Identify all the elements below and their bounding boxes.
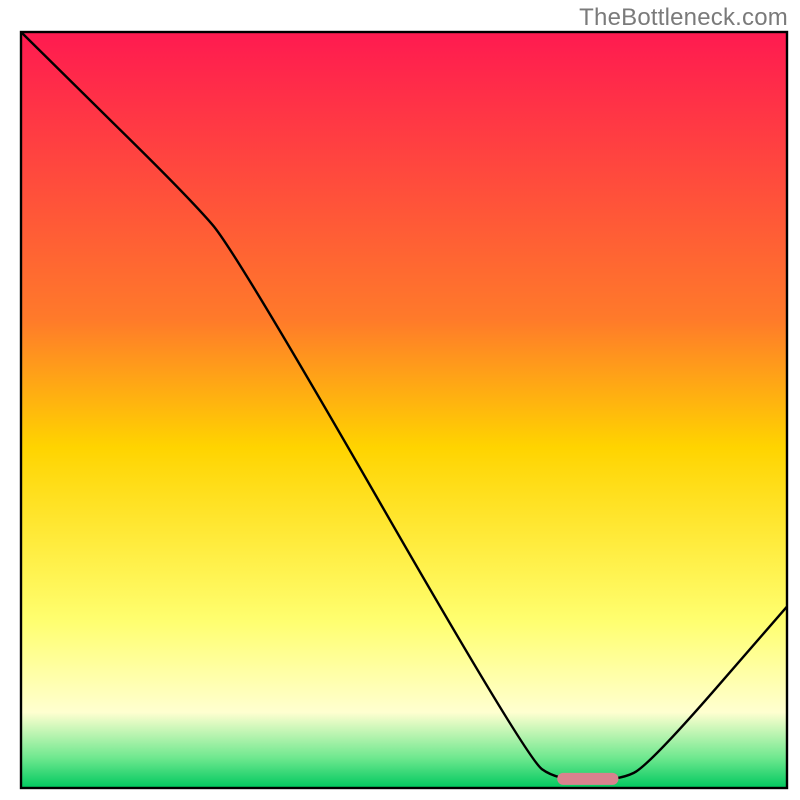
optimal-marker xyxy=(557,773,618,785)
chart-container: TheBottleneck.com xyxy=(0,0,800,800)
bottleneck-chart xyxy=(0,0,800,800)
